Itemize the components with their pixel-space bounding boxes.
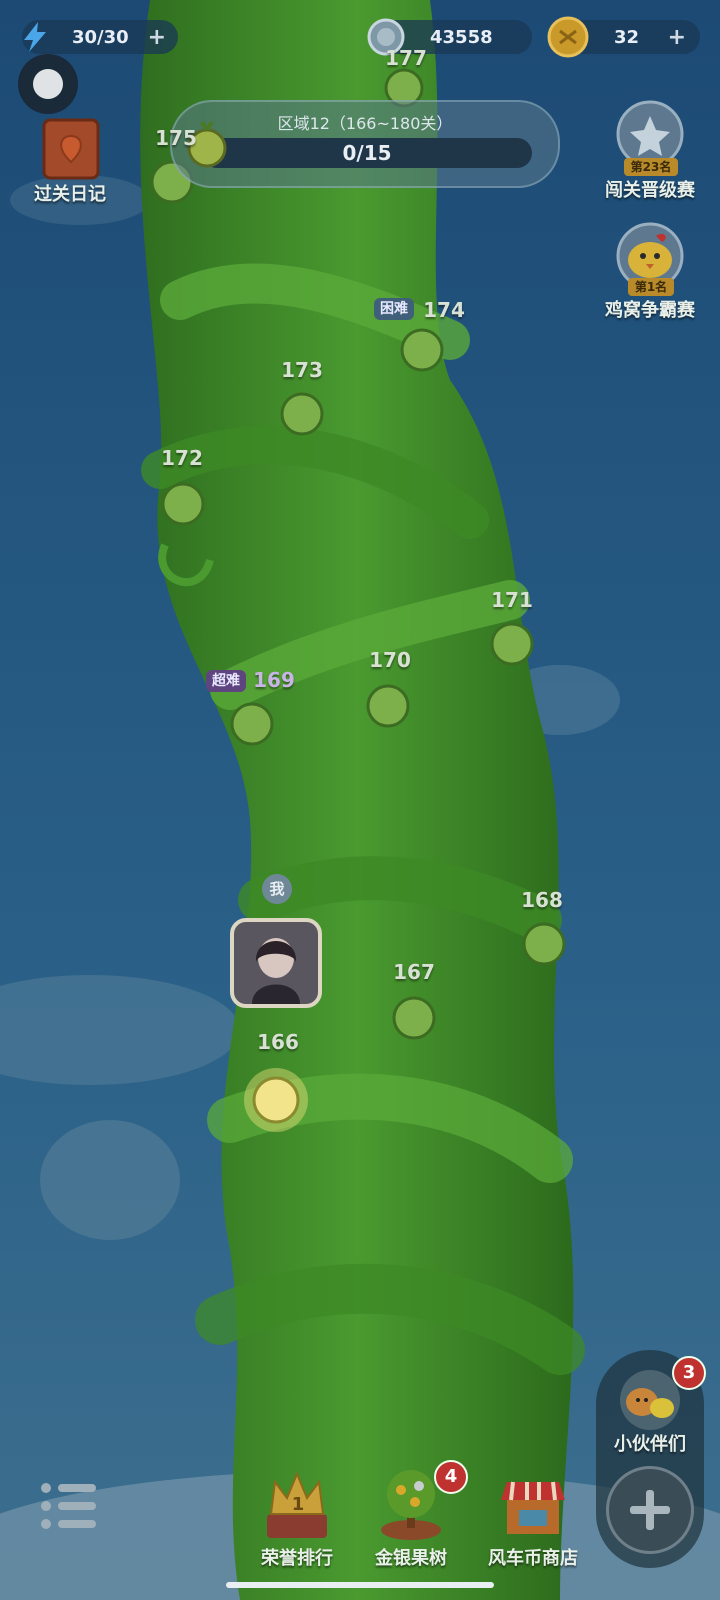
- zone-progress-text: 0/15: [342, 141, 392, 165]
- tree-badge: 4: [434, 1460, 468, 1494]
- coin-counter[interactable]: 32 +: [547, 16, 700, 58]
- honor-ranking-label: 荣誉排行: [261, 1548, 333, 1569]
- record-dot-icon: [33, 69, 63, 99]
- nest-rank-banner: 第1名: [628, 278, 674, 296]
- energy-counter[interactable]: 30/30 +: [22, 20, 178, 54]
- promotion-match-button[interactable]: 第23名 闯关晋级赛: [594, 100, 706, 204]
- honor-rank-number: 1: [291, 1494, 305, 1515]
- level-166[interactable]: 166: [238, 1030, 318, 1054]
- gold-silver-tree-label: 金银果树: [375, 1548, 447, 1569]
- coin-add-button[interactable]: +: [668, 25, 686, 50]
- partners-label: 小伙伴们: [614, 1434, 686, 1455]
- honor-ranking-button[interactable]: 1 荣誉排行: [252, 1464, 342, 1574]
- zone-progress-bar: 0/15: [202, 138, 532, 168]
- level-diary-button[interactable]: 过关日记: [22, 106, 118, 206]
- level-168[interactable]: 168: [502, 888, 582, 912]
- level-175[interactable]: 175: [136, 126, 216, 150]
- nest-battle-label: 鸡窝争霸赛: [605, 300, 695, 321]
- nest-battle-button[interactable]: 第1名 鸡窝争霸赛: [594, 220, 706, 324]
- lightning-icon: [24, 22, 46, 52]
- diary-book-icon: [42, 118, 100, 180]
- promotion-rank-banner: 第23名: [624, 158, 678, 176]
- partners-badge: 3: [672, 1356, 706, 1390]
- level-177[interactable]: 177: [366, 46, 446, 70]
- add-button[interactable]: [606, 1466, 694, 1554]
- menu-button[interactable]: [36, 1478, 104, 1534]
- me-marker: 我: [262, 874, 292, 904]
- level-174[interactable]: 174: [404, 298, 484, 322]
- record-button[interactable]: [18, 54, 78, 114]
- coin-value: 32: [614, 26, 640, 48]
- level-171[interactable]: 171: [472, 588, 552, 612]
- avatar-portrait-icon: [234, 922, 318, 1004]
- level-167[interactable]: 167: [374, 960, 454, 984]
- home-indicator[interactable]: [226, 1582, 494, 1588]
- shop-stall-icon: [501, 1481, 565, 1534]
- level-170[interactable]: 170: [350, 648, 430, 672]
- windmill-shop-label: 风车币商店: [488, 1548, 578, 1569]
- list-menu-icon: [41, 1483, 96, 1529]
- me-label: 我: [269, 880, 285, 898]
- windmill-shop-button[interactable]: 风车币商店: [478, 1464, 588, 1574]
- level-diary-label: 过关日记: [34, 184, 106, 205]
- level-169[interactable]: 169: [234, 668, 314, 692]
- level-173[interactable]: 173: [262, 358, 342, 382]
- promotion-match-label: 闯关晋级赛: [605, 180, 695, 201]
- energy-value: 30/30: [72, 26, 129, 48]
- gold-coin-icon: [547, 16, 589, 58]
- energy-add-button[interactable]: +: [148, 25, 166, 50]
- gem-value: 43558: [430, 26, 493, 48]
- level-172[interactable]: 172: [142, 446, 222, 470]
- zone-progress-panel: 区域12（166~180关） 0/15: [170, 100, 560, 188]
- player-avatar[interactable]: [230, 918, 322, 1008]
- plus-icon: [630, 1490, 670, 1530]
